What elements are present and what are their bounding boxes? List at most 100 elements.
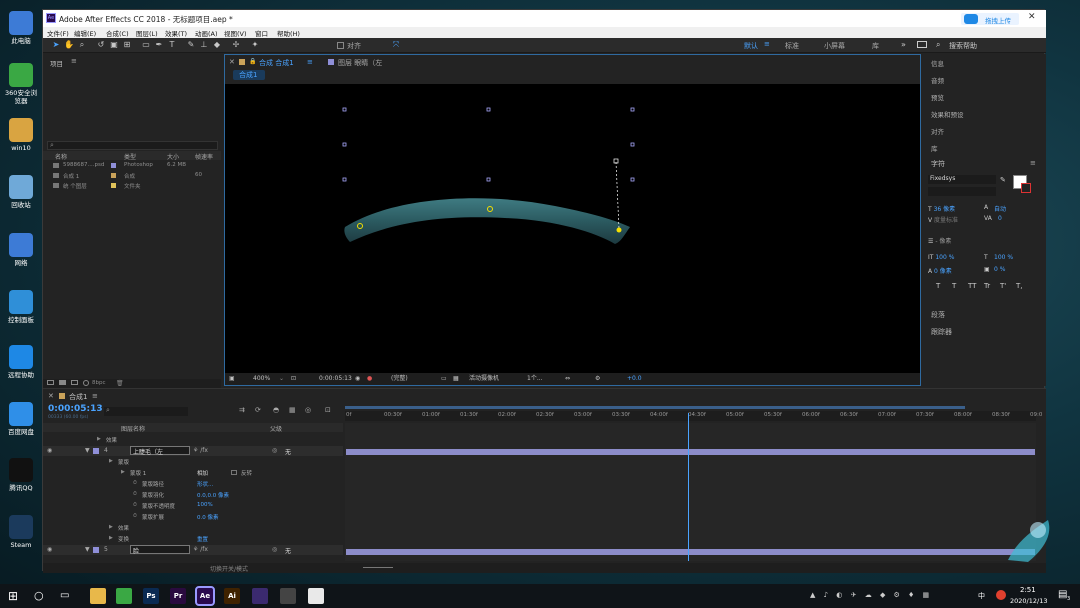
mask-invert-label[interactable]: 反转 — [241, 469, 252, 477]
upload-button[interactable]: 拖拽上传 — [961, 13, 1019, 25]
puppet-tool-icon[interactable]: ✦ — [250, 40, 260, 50]
property-row[interactable]: ▶ 蒙版 — [43, 457, 343, 467]
expand-arrow-icon[interactable]: ⏱ — [133, 502, 137, 508]
desktop-icon-image[interactable] — [9, 11, 33, 35]
new-folder-icon[interactable] — [59, 380, 66, 385]
ruler-label[interactable]: 09:0 — [1030, 412, 1042, 418]
parent-pick-whip-icon[interactable]: ◎ — [272, 546, 277, 553]
baseline-shift-value[interactable]: 0 像素 — [934, 268, 952, 275]
delete-icon[interactable]: 🗑 — [116, 380, 124, 387]
ruler-label[interactable]: 0f — [346, 412, 351, 418]
clock-time[interactable]: 2:51 — [1020, 586, 1036, 594]
interpret-footage-icon[interactable] — [47, 380, 54, 385]
item-name[interactable]: 合成 1 — [63, 172, 79, 180]
font-size-value[interactable]: 36 像素 — [934, 206, 956, 213]
clone-tool-icon[interactable]: ⊥ — [199, 40, 209, 50]
lock-icon[interactable]: 🔒 — [249, 58, 256, 65]
desktop-icon[interactable]: 360安全浏览器 — [2, 63, 40, 105]
views-dropdown[interactable]: 1个... — [527, 373, 543, 385]
item-label-color[interactable] — [111, 173, 116, 178]
camera-dropdown[interactable]: 活动摄像机 — [469, 373, 499, 385]
kerning-value[interactable]: 度量标准 — [934, 217, 958, 224]
property-name[interactable]: 蒙版路径 — [142, 480, 164, 488]
font-family-dropdown[interactable]: Fixedsys — [928, 175, 996, 184]
property-row[interactable]: ⏱ 蒙版路径 形状... — [43, 479, 343, 489]
workspace-tab[interactable]: 小屏幕 — [824, 41, 845, 51]
timeline-tab-menu-icon[interactable]: ≡ — [92, 392, 98, 400]
tracking-value[interactable]: 0 — [998, 215, 1002, 222]
toggle-pixel-aspect-icon[interactable]: ⇔ — [565, 373, 570, 385]
expand-arrow-icon[interactable]: ▼ — [85, 546, 90, 553]
shy-layers-icon[interactable]: ◓ — [273, 406, 279, 414]
panel-menu-icon[interactable]: ≡ — [71, 57, 77, 65]
project-item-row[interactable]: 5988687....psd Photoshop 6.2 MB — [43, 162, 221, 171]
layer-number[interactable]: 4 — [104, 447, 108, 454]
desktop-icon[interactable]: 控制面板 — [2, 290, 40, 324]
expand-arrow-icon[interactable]: ▶ — [109, 535, 113, 541]
property-name[interactable]: 蒙版羽化 — [142, 491, 164, 499]
item-type[interactable]: 文件夹 — [124, 182, 141, 190]
panel-title[interactable]: 对齐 — [931, 126, 944, 136]
timeline-tab[interactable]: 合成1 — [69, 392, 87, 402]
property-row[interactable]: ▶ 效果 — [43, 435, 343, 445]
desktop-icon-label[interactable]: win10 — [2, 144, 40, 152]
close-icon[interactable]: ✕ — [1028, 12, 1036, 22]
panel-title[interactable]: 预览 — [931, 92, 944, 102]
ruler-label[interactable]: 02:30f — [536, 412, 554, 418]
comp-tab-menu-icon[interactable]: ≡ — [307, 58, 313, 66]
project-column-header[interactable]: 大小 — [167, 152, 179, 161]
zoom-tool-icon[interactable]: ⌕ — [77, 40, 87, 50]
vertical-scale-value[interactable]: 100 % — [935, 254, 954, 261]
ruler-label[interactable]: 03:30f — [612, 412, 630, 418]
eye-icon[interactable]: ◉ — [47, 546, 52, 553]
desktop-icon-label[interactable]: 此电脑 — [2, 37, 40, 45]
desktop-icon-image[interactable] — [9, 118, 33, 142]
workspace-menu-icon[interactable]: ≡ — [764, 40, 770, 48]
zoom-slider[interactable] — [363, 567, 393, 568]
property-row[interactable]: ⏱ 蒙版羽化 0.0,0.0 像素 — [43, 490, 343, 500]
label-color-swatch[interactable] — [93, 448, 99, 454]
text-style-button[interactable]: T — [952, 282, 956, 290]
ruler-label[interactable]: 02:00f — [498, 412, 516, 418]
eyedropper-icon[interactable]: ✎ — [1000, 176, 1006, 184]
comp-breadcrumb[interactable]: 合成1 — [233, 70, 265, 80]
workspace-panel-icon[interactable] — [917, 41, 927, 48]
rotate-tool-icon[interactable]: ↺ — [96, 40, 106, 50]
stroke-color-swatch[interactable] — [1021, 183, 1031, 193]
snap-options-icon[interactable]: ⤧ — [391, 40, 401, 50]
after-effects-icon[interactable]: Ae — [195, 586, 215, 606]
text-style-button[interactable]: T — [936, 282, 940, 290]
bpc-label[interactable]: 8bpc — [92, 380, 106, 386]
menu-item[interactable]: 图层(L) — [136, 28, 158, 38]
layer-5-duration-bar[interactable] — [346, 549, 1035, 555]
menu-item[interactable]: 窗口 — [255, 28, 268, 38]
expand-arrow-icon[interactable]: ⏱ — [133, 513, 137, 519]
desktop-icon-label[interactable]: 回收站 — [2, 201, 40, 209]
desktop-icon[interactable]: 腾讯QQ — [2, 458, 40, 492]
resolution-dropdown[interactable]: (完整) — [391, 373, 408, 385]
project-column-header[interactable]: 名称 — [55, 152, 67, 161]
rectangle-tool-icon[interactable]: ▭ — [141, 40, 151, 50]
photoshop-icon[interactable]: Ps — [143, 588, 159, 604]
settings-app-icon[interactable] — [308, 588, 324, 604]
expand-arrow-icon[interactable]: ▶ — [109, 458, 113, 464]
menu-item[interactable]: 视图(V) — [224, 28, 247, 38]
mask-bounding-handles[interactable] — [342, 107, 635, 182]
layer-4-duration-bar[interactable] — [346, 449, 1035, 455]
label-color-swatch[interactable] — [93, 547, 99, 553]
property-name[interactable]: 蒙版扩展 — [142, 513, 164, 521]
ruler-label[interactable]: 06:00f — [802, 412, 820, 418]
property-value[interactable]: 重置 — [197, 535, 208, 543]
paragraph-panel-title[interactable]: 段落 — [931, 310, 945, 320]
current-time-display[interactable]: 0:00:05:13 — [319, 373, 352, 385]
toggle-switches-label[interactable]: 切换开关/模式 — [210, 564, 248, 573]
desktop-icon-image[interactable] — [9, 175, 33, 199]
project-settings-icon[interactable] — [83, 380, 89, 386]
search-icon[interactable]: ○ — [34, 589, 44, 602]
ruler-label[interactable]: 08:30f — [992, 412, 1010, 418]
ruler-label[interactable]: 03:00f — [574, 412, 592, 418]
desktop-icon-label[interactable]: 远程协助 — [2, 371, 40, 379]
menu-item[interactable]: 效果(T) — [165, 28, 187, 38]
menu-item[interactable]: 合成(C) — [106, 28, 129, 38]
always-preview-icon[interactable]: ▣ — [229, 373, 235, 385]
